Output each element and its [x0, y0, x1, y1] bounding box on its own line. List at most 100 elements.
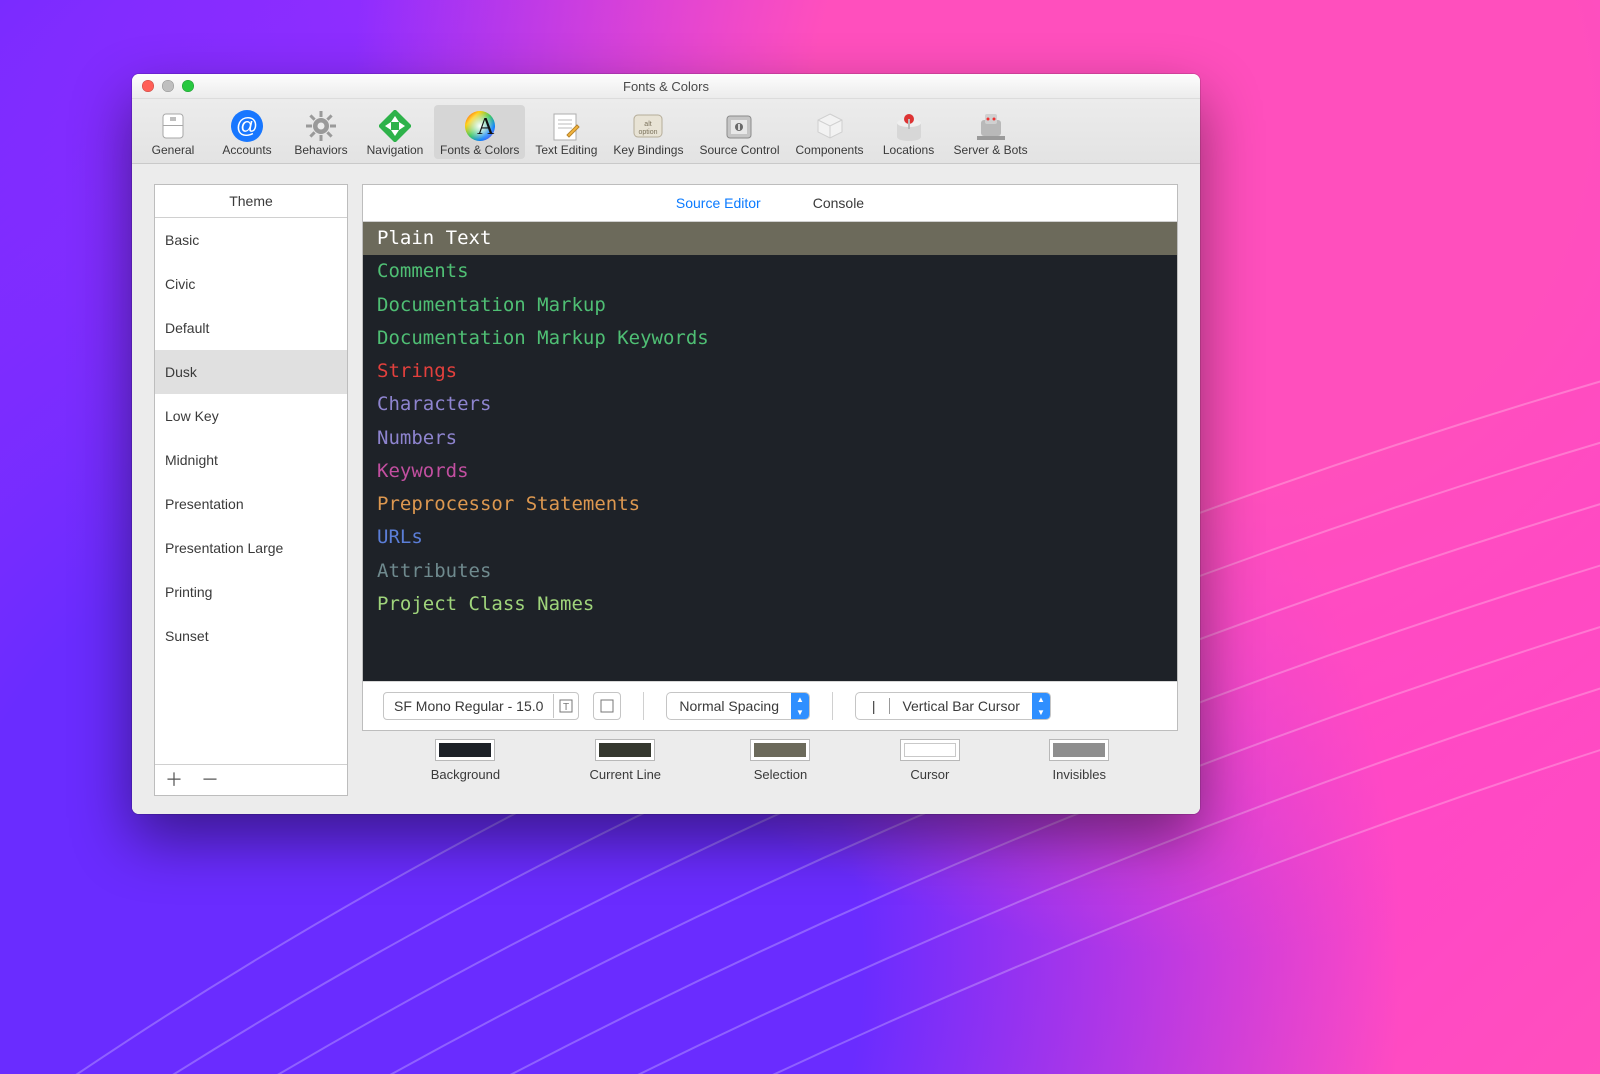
key-bindings-icon: altoption — [631, 109, 665, 143]
syntax-row[interactable]: Numbers — [363, 422, 1177, 455]
toolbar-item-accounts[interactable]: @ Accounts — [212, 105, 282, 159]
color-well-label: Current Line — [590, 767, 662, 782]
theme-list[interactable]: BasicCivicDefaultDuskLow KeyMidnightPres… — [155, 218, 347, 764]
svg-text:T: T — [563, 702, 569, 713]
color-well[interactable]: Selection — [750, 739, 810, 782]
svg-text:@: @ — [236, 113, 258, 138]
general-icon — [156, 109, 190, 143]
toolbar-item-label: Server & Bots — [954, 143, 1028, 157]
gear-icon — [304, 109, 338, 143]
theme-row[interactable]: Midnight — [155, 438, 347, 482]
toolbar-item-label: Navigation — [367, 143, 424, 157]
server-bots-icon — [974, 109, 1008, 143]
line-height-button[interactable] — [593, 692, 621, 720]
theme-row[interactable]: Presentation — [155, 482, 347, 526]
toolbar-item-fonts-colors[interactable]: A Fonts & Colors — [434, 105, 525, 159]
toolbar-item-label: Components — [796, 143, 864, 157]
spacing-popup[interactable]: Normal Spacing ▲▼ — [666, 692, 810, 720]
toolbar-item-locations[interactable]: Locations — [874, 105, 944, 159]
stepper-icon: ▲▼ — [1032, 693, 1050, 719]
main-panel: Source Editor Console Plain TextComments… — [362, 184, 1178, 731]
theme-row[interactable]: Basic — [155, 218, 347, 262]
syntax-list[interactable]: Plain TextCommentsDocumentation MarkupDo… — [363, 222, 1177, 681]
cursor-value: Vertical Bar Cursor — [890, 698, 1031, 714]
color-well[interactable]: Invisibles — [1049, 739, 1109, 782]
font-row: SF Mono Regular - 15.0 T Normal Spacing … — [363, 681, 1177, 730]
svg-text:option: option — [639, 129, 658, 136]
toolbar-item-navigation[interactable]: Navigation — [360, 105, 430, 159]
syntax-row[interactable]: Characters — [363, 388, 1177, 421]
toolbar-item-server-bots[interactable]: Server & Bots — [948, 105, 1034, 159]
theme-row[interactable]: Civic — [155, 262, 347, 306]
syntax-row[interactable]: Comments — [363, 255, 1177, 288]
syntax-row[interactable]: Strings — [363, 355, 1177, 388]
color-swatch[interactable] — [1049, 739, 1109, 761]
syntax-row[interactable]: Plain Text — [363, 222, 1177, 255]
source-control-icon — [722, 109, 756, 143]
toolbar-item-label: Locations — [883, 143, 934, 157]
toolbar-item-source-control[interactable]: Source Control — [693, 105, 785, 159]
tab-console[interactable]: Console — [813, 195, 864, 211]
syntax-row[interactable]: Keywords — [363, 455, 1177, 488]
text-editing-icon — [549, 109, 583, 143]
toolbar-item-label: General — [152, 143, 195, 157]
window-title: Fonts & Colors — [623, 79, 709, 94]
toolbar-item-general[interactable]: General — [138, 105, 208, 159]
syntax-row[interactable]: Attributes — [363, 555, 1177, 588]
main-column: Source Editor Console Plain TextComments… — [362, 184, 1178, 796]
syntax-row[interactable]: Project Class Names — [363, 588, 1177, 621]
color-swatch[interactable] — [900, 739, 960, 761]
navigation-icon — [378, 109, 412, 143]
color-well[interactable]: Current Line — [590, 739, 662, 782]
theme-row[interactable]: Printing — [155, 570, 347, 614]
remove-theme-button[interactable]: － — [201, 771, 219, 789]
theme-panel: Theme BasicCivicDefaultDuskLow KeyMidnig… — [154, 184, 348, 796]
color-well[interactable]: Cursor — [900, 739, 960, 782]
color-swatch[interactable] — [750, 739, 810, 761]
cursor-popup[interactable]: | Vertical Bar Cursor ▲▼ — [855, 692, 1051, 720]
toolbar-item-components[interactable]: Components — [790, 105, 870, 159]
traffic-lights — [142, 80, 194, 92]
add-theme-button[interactable]: ＋ — [165, 771, 183, 789]
font-value: SF Mono Regular - 15.0 — [384, 698, 553, 714]
tab-source-editor[interactable]: Source Editor — [676, 195, 761, 211]
theme-row[interactable]: Default — [155, 306, 347, 350]
color-swatch[interactable] — [435, 739, 495, 761]
titlebar: Fonts & Colors — [132, 74, 1200, 99]
at-icon: @ — [230, 109, 264, 143]
font-picker-icon[interactable]: T — [553, 694, 578, 718]
fonts-colors-icon: A — [463, 109, 497, 143]
syntax-row[interactable]: Documentation Markup Keywords — [363, 322, 1177, 355]
color-well-label: Selection — [754, 767, 807, 782]
syntax-row[interactable]: URLs — [363, 521, 1177, 554]
toolbar-item-key-bindings[interactable]: altoption Key Bindings — [607, 105, 689, 159]
theme-header: Theme — [155, 185, 347, 218]
color-well-label: Cursor — [910, 767, 949, 782]
theme-row[interactable]: Presentation Large — [155, 526, 347, 570]
toolbar-item-label: Source Control — [699, 143, 779, 157]
syntax-row[interactable]: Documentation Markup — [363, 289, 1177, 322]
window-body: Theme BasicCivicDefaultDuskLow KeyMidnig… — [132, 164, 1200, 814]
minimize-button[interactable] — [162, 80, 174, 92]
zoom-button[interactable] — [182, 80, 194, 92]
toolbar-item-text-editing[interactable]: Text Editing — [529, 105, 603, 159]
toolbar-item-label: Text Editing — [535, 143, 597, 157]
theme-row[interactable]: Dusk — [155, 350, 347, 394]
preferences-window: Fonts & Colors General @ Accounts Behavi… — [132, 74, 1200, 814]
color-well[interactable]: Background — [431, 739, 500, 782]
theme-row[interactable]: Low Key — [155, 394, 347, 438]
spacing-value: Normal Spacing — [667, 698, 791, 714]
font-field[interactable]: SF Mono Regular - 15.0 T — [383, 692, 579, 720]
syntax-row[interactable]: Preprocessor Statements — [363, 488, 1177, 521]
theme-row[interactable]: Sunset — [155, 614, 347, 658]
toolbar-item-label: Accounts — [222, 143, 271, 157]
color-swatch[interactable] — [595, 739, 655, 761]
theme-footer: ＋ － — [155, 764, 347, 795]
close-button[interactable] — [142, 80, 154, 92]
toolbar-item-behaviors[interactable]: Behaviors — [286, 105, 356, 159]
locations-icon — [892, 109, 926, 143]
toolbar-item-label: Key Bindings — [613, 143, 683, 157]
separator — [643, 692, 644, 720]
color-well-label: Invisibles — [1053, 767, 1106, 782]
color-well-label: Background — [431, 767, 500, 782]
